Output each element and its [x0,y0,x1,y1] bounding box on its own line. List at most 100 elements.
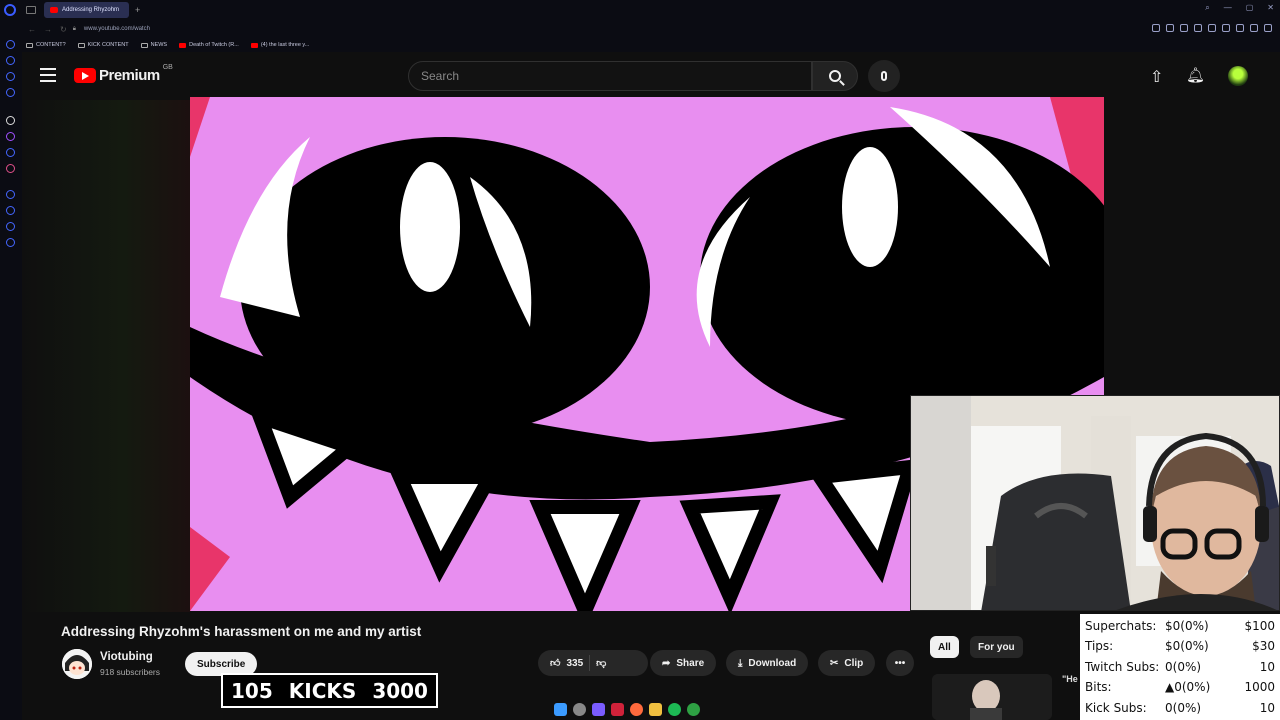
channel-avatar[interactable] [62,649,92,679]
download-button[interactable]: ⤓ Download [726,650,809,676]
upload-icon[interactable]: ⇧ [1150,67,1163,87]
recommended-video-title[interactable]: "He [1062,674,1078,684]
sidebar-app-icon[interactable] [6,190,15,199]
webcam-overlay [910,395,1280,611]
forward-icon[interactable]: → [44,25,52,34]
download-icon[interactable] [1250,24,1258,32]
kicks-goal-overlay: 105 KICKS 3000 [221,673,438,708]
folder-taskbar-icon[interactable] [649,702,662,716]
scissors-icon: ✂ [830,657,839,669]
channel-avatar-image [62,649,92,679]
sidebar-app-icon[interactable] [6,56,15,65]
bookmark-item[interactable]: NEWS [140,42,167,48]
youtube-premium-logo[interactable]: Premium GB [74,64,173,84]
browser-taskbar-icon[interactable] [611,702,624,716]
account-avatar[interactable] [1228,66,1248,86]
window-controls: ⌕ — ▢ ✕ [1205,3,1274,13]
masthead: Premium GB Search ⇧ 🔔︎ [22,52,1280,100]
discord-icon[interactable] [592,702,605,716]
search-input[interactable]: Search [408,61,812,91]
menu-icon[interactable] [1264,24,1272,32]
menu-hamburger-icon[interactable] [40,68,56,82]
clip-button[interactable]: ✂ Clip [818,650,876,676]
sidebar-app-icon[interactable] [6,40,15,49]
clip-label: Clip [844,657,864,669]
xbox-icon[interactable] [687,702,700,716]
voice-search-button[interactable] [868,60,900,92]
triangle-icon: ▲ [1165,680,1175,694]
sidebar-app-icon[interactable] [6,116,15,125]
sidebar-app-icon[interactable] [6,222,15,231]
channel-name[interactable]: Viotubing [100,651,153,663]
sidebar-app-icon[interactable] [6,148,15,157]
chrome-icon[interactable] [630,702,643,716]
nav-buttons: ← → ↻ [28,25,67,34]
history-icon[interactable] [1236,24,1244,32]
webcam-feed-image [911,396,1279,610]
like-icon[interactable]: 👍︎ [550,657,560,669]
share-label: Share [676,657,705,669]
shield-icon[interactable] [1194,24,1202,32]
notifications-bell-icon[interactable]: 🔔︎ [1186,66,1205,84]
sidebar-app-icon[interactable] [6,132,15,141]
windows-start-icon[interactable] [554,702,567,716]
heart-icon[interactable] [1222,24,1230,32]
dislike-icon[interactable]: 👎︎ [596,657,606,669]
play-icon[interactable] [1208,24,1216,32]
taskbar [554,699,734,719]
sidebar-app-icon[interactable] [6,238,15,247]
back-icon[interactable]: ← [28,25,36,34]
like-count[interactable]: 335 [566,658,583,669]
folder-icon [26,42,33,48]
search-taskbar-icon[interactable] [573,702,586,716]
stat-row: Twitch Subs: 0(0%) 10 [1085,660,1275,674]
stream-goals-overlay: Superchats: $0(0%) $100 Tips: $0(0%) $30… [1080,614,1280,720]
download-label: Download [748,657,797,669]
recommended-video-thumbnail[interactable] [932,674,1052,720]
spotify-icon[interactable] [668,702,681,716]
search-icon [829,70,841,82]
search-tabs-icon[interactable]: ⌕ [1205,3,1209,13]
stat-row: Kick Subs: 0(0%) 10 [1085,701,1275,715]
bookmark-item[interactable]: Death of Twitch (R... [179,42,239,48]
sidebar-app-icon[interactable] [6,72,15,81]
more-actions-button[interactable]: ••• [886,650,914,676]
chip-all[interactable]: All [930,636,959,658]
screenshot-icon[interactable] [1180,24,1188,32]
screen: Addressing Rhyzohm + ⌕ — ▢ ✕ ← → ↻ 🔒︎ ww… [0,0,1280,720]
reload-icon[interactable]: ↻ [60,25,67,34]
bookmark-item[interactable]: (4) the last three y... [250,42,309,48]
minimize-icon[interactable]: — [1224,3,1232,13]
chip-for-you[interactable]: For you [970,636,1023,658]
close-window-icon[interactable]: ✕ [1267,3,1274,13]
browser-logo-icon[interactable] [4,4,16,16]
sidebar-app-icon[interactable] [6,88,15,97]
youtube-favicon-icon [250,42,258,48]
tab-overview-icon[interactable] [26,6,36,14]
browser-tab-bar: Addressing Rhyzohm + ⌕ — ▢ ✕ [0,0,1280,20]
search-button[interactable] [812,61,858,91]
browser-sidebar [0,20,22,720]
address-bar: ← → ↻ 🔒︎ www.youtube.com/watch [0,20,1280,38]
extension-icons [1152,24,1272,32]
bookmark-item[interactable]: CONTENT? [26,42,66,48]
zoom-icon[interactable] [1152,24,1160,32]
lock-icon[interactable]: 🔒︎ [73,26,76,33]
kicks-label: KICKS [288,678,357,703]
download-icon: ⤓ [738,657,743,669]
sidebar-app-icon[interactable] [6,206,15,215]
region-code: GB [162,64,173,71]
maximize-icon[interactable]: ▢ [1246,3,1254,13]
youtube-favicon-icon [50,7,58,13]
url-field[interactable]: www.youtube.com/watch [84,26,150,32]
bookmarks-bar: CONTENT? KICK CONTENT NEWS Death of Twit… [0,38,1280,52]
microphone-icon [881,71,887,81]
divider [589,655,591,671]
bookmark-icon[interactable] [1166,24,1174,32]
sidebar-app-icon[interactable] [6,164,15,173]
share-button[interactable]: ➦ Share [650,650,717,676]
browser-tab-active[interactable]: Addressing Rhyzohm [44,2,130,18]
bookmark-item[interactable]: KICK CONTENT [77,42,129,48]
stat-row: Superchats: $0(0%) $100 [1085,619,1275,633]
new-tab-icon[interactable]: + [135,5,140,15]
